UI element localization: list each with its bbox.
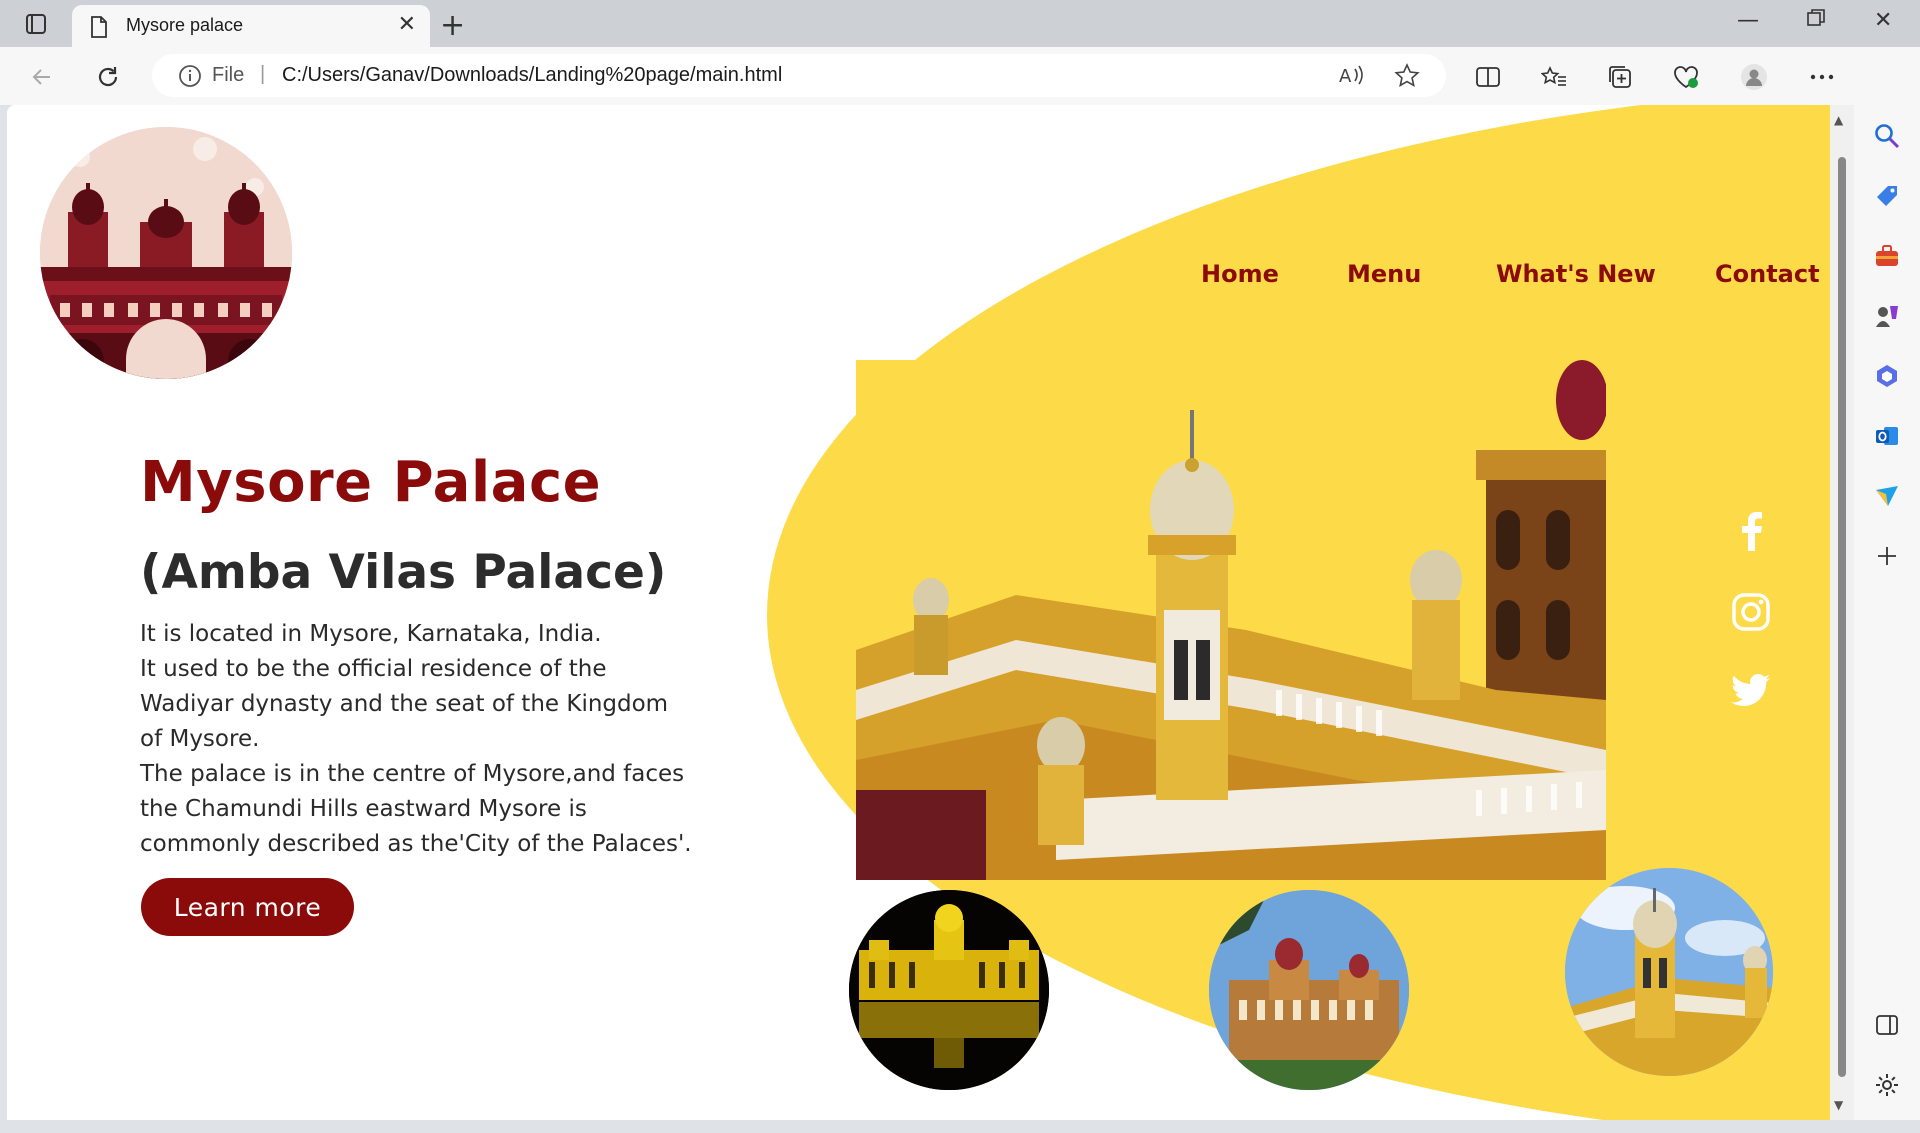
description-line: It is located in Mysore, Karnataka, Indi…	[140, 621, 602, 647]
page-viewport: Home Menu What's New Contact Mysore Pala…	[7, 105, 1830, 1120]
address-bar[interactable]: File | C:/Users/Ganav/Downloads/Landing%…	[152, 54, 1446, 97]
tools-briefcase-icon[interactable]	[1872, 241, 1902, 271]
browser-toolbar: File | C:/Users/Ganav/Downloads/Landing%…	[0, 47, 1920, 105]
address-separator: |	[260, 63, 266, 85]
favorites-icon[interactable]	[1536, 59, 1572, 95]
info-icon[interactable]	[178, 64, 202, 88]
favorite-star-icon[interactable]	[1394, 63, 1420, 93]
tab-actions-button[interactable]	[16, 10, 56, 38]
search-icon[interactable]	[1872, 121, 1902, 151]
instagram-icon[interactable]	[1727, 588, 1775, 636]
new-tab-button[interactable]: +	[440, 8, 465, 43]
profile-avatar-icon[interactable]	[1736, 59, 1772, 95]
close-tab-icon[interactable]: ✕	[398, 14, 416, 36]
games-icon[interactable]	[1872, 301, 1902, 331]
refresh-icon[interactable]	[90, 59, 126, 95]
active-tab[interactable]: Mysore palace ✕	[72, 5, 430, 47]
close-window-icon[interactable]: ✕	[1874, 8, 1892, 33]
nav-link-whats-new[interactable]: What's New	[1496, 260, 1656, 288]
facebook-icon[interactable]	[1727, 507, 1775, 555]
description-line: the Chamundi Hills eastward Mysore is	[140, 796, 587, 822]
document-icon	[91, 16, 107, 38]
nav-link-home[interactable]: Home	[1201, 260, 1279, 288]
description-line: It used to be the official residence of …	[140, 656, 607, 682]
page-subtitle: (Amba Vilas Palace)	[140, 545, 667, 600]
twitter-icon[interactable]	[1727, 667, 1775, 715]
palace-logo	[40, 127, 292, 379]
page-scrollbar[interactable]: ▲ ▼	[1830, 105, 1854, 1120]
hide-sidebar-icon[interactable]	[1872, 1010, 1902, 1040]
settings-gear-icon[interactable]	[1872, 1070, 1902, 1100]
shopping-tag-icon[interactable]	[1872, 181, 1902, 211]
scroll-down-icon[interactable]: ▼	[1834, 1098, 1843, 1112]
send-drop-icon[interactable]	[1872, 481, 1902, 511]
nav-link-contact[interactable]: Contact	[1715, 260, 1820, 288]
tab-strip: Mysore palace ✕ + — ✕	[0, 0, 1920, 47]
description-line: of Mysore.	[140, 726, 260, 752]
back-icon[interactable]	[24, 59, 60, 95]
description-line: commonly described as the'City of the Pa…	[140, 831, 692, 857]
palace-night-thumbnail[interactable]	[849, 890, 1049, 1090]
browser-essentials-icon[interactable]	[1668, 59, 1704, 95]
scroll-thumb[interactable]	[1838, 157, 1846, 1077]
palace-tower-thumbnail[interactable]	[1565, 868, 1773, 1076]
scroll-up-icon[interactable]: ▲	[1834, 113, 1843, 127]
description-line: Wadiyar dynasty and the seat of the King…	[140, 691, 669, 717]
split-screen-icon[interactable]	[1470, 59, 1506, 95]
address-url[interactable]: C:/Users/Ganav/Downloads/Landing%20page/…	[282, 64, 782, 87]
learn-more-button[interactable]: Learn more	[141, 878, 354, 936]
address-scheme: File	[212, 64, 245, 86]
description: It is located in Mysore, Karnataka, Indi…	[140, 617, 740, 862]
description-line: The palace is in the centre of Mysore,an…	[140, 761, 685, 787]
more-options-icon[interactable]	[1804, 59, 1840, 95]
svg-text:A: A	[1339, 66, 1352, 87]
microsoft-365-icon[interactable]	[1872, 361, 1902, 391]
tab-actions-icon	[26, 14, 46, 34]
palace-main-image	[856, 360, 1606, 880]
tab-title: Mysore palace	[126, 15, 244, 35]
page-title: Mysore Palace	[140, 450, 602, 515]
minimize-icon[interactable]: —	[1737, 8, 1759, 33]
read-aloud-icon[interactable]: A	[1338, 63, 1366, 91]
palace-day-thumbnail[interactable]	[1209, 890, 1409, 1090]
restore-icon[interactable]	[1806, 8, 1826, 34]
collections-icon[interactable]	[1602, 59, 1638, 95]
outlook-icon[interactable]	[1872, 421, 1902, 451]
nav-link-menu[interactable]: Menu	[1347, 260, 1421, 288]
window-bottom-edge	[0, 1120, 1920, 1133]
edge-sidebar	[1854, 47, 1920, 1133]
add-sidebar-app-icon[interactable]	[1872, 541, 1902, 571]
